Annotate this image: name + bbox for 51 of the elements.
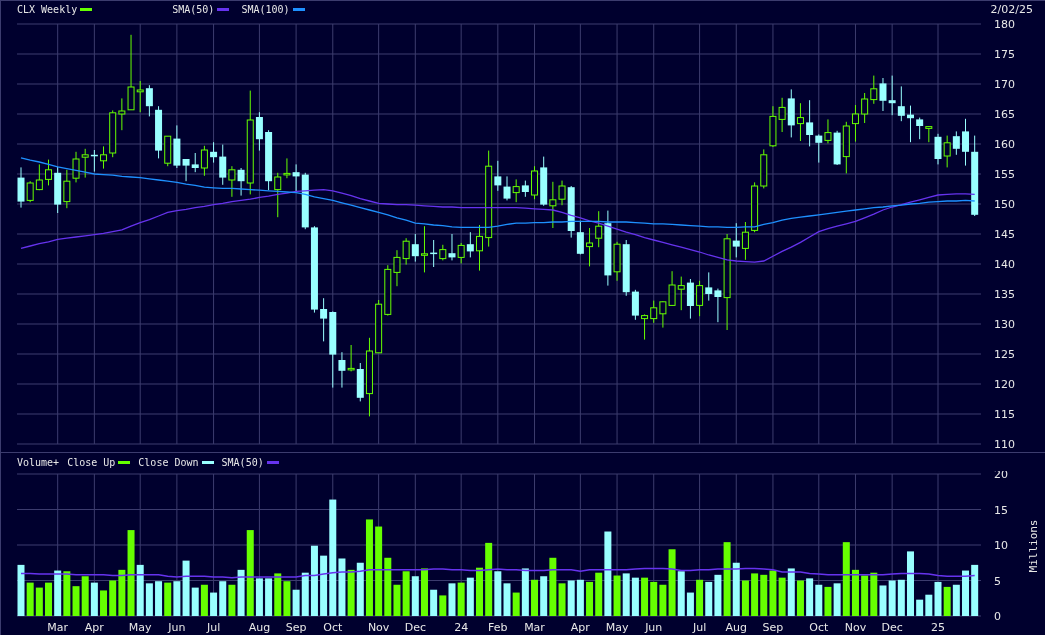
axis-tick-label: 145 bbox=[994, 227, 1015, 241]
axis-tick-label: 140 bbox=[994, 257, 1015, 271]
legend-label: SMA(50) bbox=[172, 3, 215, 18]
axis-tick-label: 130 bbox=[994, 317, 1015, 331]
axis-tick-label: Jun bbox=[645, 621, 663, 635]
axis-tick-label: Apr bbox=[570, 621, 590, 635]
legend-label: Close Up bbox=[67, 455, 116, 470]
axis-tick-label: Oct bbox=[323, 621, 343, 635]
axis-tick-label: Mar bbox=[47, 621, 69, 635]
axis-tick-label: Feb bbox=[488, 621, 508, 635]
axis-tick-label: Jun bbox=[168, 621, 186, 635]
axis-tick-label: Aug bbox=[248, 621, 271, 635]
axis-tick-label: Nov bbox=[844, 621, 867, 635]
axis-tick-label: 180 bbox=[994, 18, 1015, 31]
axis-tick-label: 10 bbox=[994, 539, 1008, 553]
axis-tick-label: Apr bbox=[84, 621, 104, 635]
axis-tick-label: 165 bbox=[994, 107, 1015, 121]
chart-title: CLX Weekly bbox=[17, 3, 78, 18]
axis-tick-label: Nov bbox=[367, 621, 390, 635]
axis-tick-label: 24 bbox=[454, 621, 469, 635]
axis-tick-label: 5 bbox=[994, 574, 1001, 588]
axis-tick-label: May bbox=[128, 621, 152, 635]
axis-tick-label: 160 bbox=[994, 137, 1015, 151]
axis-tick-label: 175 bbox=[994, 47, 1015, 61]
axis-tick-label: 150 bbox=[994, 197, 1015, 211]
axis-tick-label: Dec bbox=[881, 621, 903, 635]
axis-tick-label: 135 bbox=[994, 287, 1015, 301]
axis-tick-label: Oct bbox=[809, 621, 829, 635]
legend-label: Close Down bbox=[138, 455, 199, 470]
legend-title: Volume+ bbox=[17, 455, 60, 470]
axis-tick-label: 0 bbox=[994, 610, 1001, 624]
axis-tick-label: 25 bbox=[931, 621, 945, 635]
axis-tick-label: Sep bbox=[762, 621, 784, 635]
axis-tick-label: 125 bbox=[994, 347, 1015, 361]
axis-tick-label: Sep bbox=[285, 621, 307, 635]
legend-label: SMA(50) bbox=[221, 455, 264, 470]
axis-title: Millions bbox=[1027, 519, 1040, 573]
axis-tick-label: 170 bbox=[994, 77, 1015, 91]
legend-label: SMA(100) bbox=[241, 3, 290, 18]
axis-tick-label: Dec bbox=[404, 621, 426, 635]
axis-tick-label: Mar bbox=[524, 621, 545, 635]
axis-tick-label: Jul bbox=[206, 621, 221, 635]
axis-tick-label: 155 bbox=[994, 167, 1015, 181]
axis-tick-label: 120 bbox=[994, 377, 1015, 391]
chart-date: 2/02/25 bbox=[990, 1, 1033, 18]
axis-tick-label: May bbox=[605, 621, 629, 635]
axis-tick-label: Jul bbox=[692, 621, 707, 635]
axis-tick-label: 115 bbox=[994, 407, 1015, 421]
axis-tick-label: 110 bbox=[994, 437, 1015, 451]
axis-tick-label: Aug bbox=[725, 621, 747, 635]
axis-tick-label: 15 bbox=[994, 503, 1008, 517]
